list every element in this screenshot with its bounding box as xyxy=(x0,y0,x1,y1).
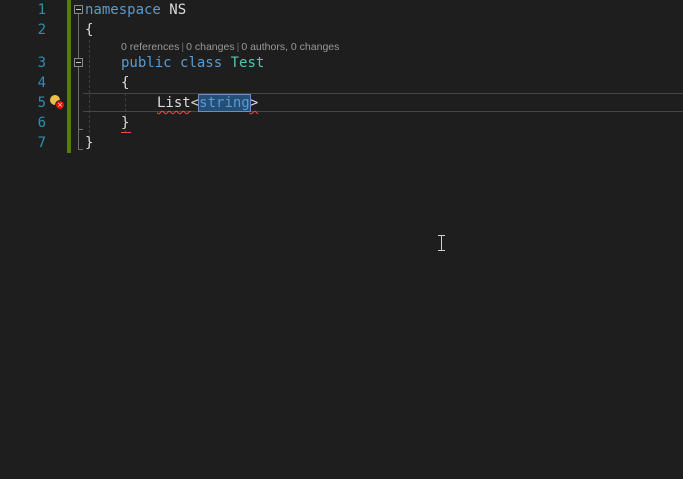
error-icon: × xyxy=(55,100,65,110)
code-editor[interactable]: 1 2 3 4 5 6 7 × namespace NS { 0 referen… xyxy=(0,0,683,479)
code-line-5: List<string> xyxy=(157,93,258,113)
line-number: 1 xyxy=(37,2,46,18)
error-squiggle xyxy=(121,128,131,133)
generic-close: > xyxy=(249,95,259,111)
close-brace: } xyxy=(85,135,94,151)
code-line-3: public class Test xyxy=(121,53,264,73)
line-number: 2 xyxy=(37,22,46,38)
line-number: 4 xyxy=(37,75,46,91)
namespace-name: NS xyxy=(160,2,187,18)
list-identifier: List xyxy=(157,95,191,111)
line-number: 7 xyxy=(37,135,46,151)
outline-end-tick xyxy=(78,149,83,150)
code-line-7: } xyxy=(85,133,93,153)
codelens-changes[interactable]: 0 changes xyxy=(186,41,234,53)
code-line-4: { xyxy=(121,73,129,93)
open-brace: { xyxy=(85,22,94,38)
change-indicator-bar xyxy=(67,0,71,153)
line-number: 3 xyxy=(37,55,46,71)
keyword-class: class xyxy=(180,55,223,71)
line-number: 6 xyxy=(37,115,46,131)
keyword-public: public xyxy=(121,55,172,71)
code-line-2: { xyxy=(85,20,93,40)
collapse-class-icon[interactable] xyxy=(74,58,83,67)
collapse-namespace-icon[interactable] xyxy=(74,5,83,14)
outline-end-tick xyxy=(78,129,83,130)
text-cursor-icon xyxy=(437,235,446,251)
codelens-references[interactable]: 0 references xyxy=(121,41,179,53)
keyword-namespace: namespace xyxy=(85,2,161,18)
generic-open: < xyxy=(190,95,200,111)
class-name: Test xyxy=(230,55,265,71)
codelens-authors[interactable]: 0 authors, 0 changes xyxy=(241,41,339,53)
open-brace: { xyxy=(121,75,130,91)
codelens-bar: 0 references | 0 changes | 0 authors, 0 chan… xyxy=(121,40,339,54)
selected-text[interactable]: string xyxy=(198,94,251,112)
line-number: 5 xyxy=(37,95,46,111)
code-line-1: namespace NS xyxy=(85,0,186,20)
